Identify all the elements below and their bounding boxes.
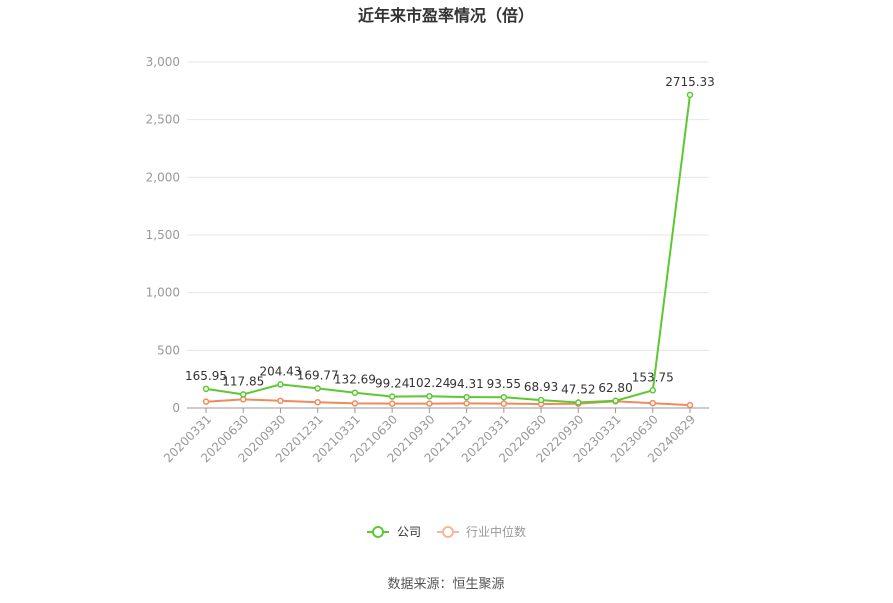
y-tick-label: 500 xyxy=(157,343,180,357)
data-point-company xyxy=(649,387,657,394)
data-label: 117.85 xyxy=(222,374,264,388)
data-point-company xyxy=(686,91,694,99)
data-label: 153.75 xyxy=(632,370,674,384)
data-point-industry-median xyxy=(649,399,657,407)
legend-median-label: 行业中位数 xyxy=(466,524,526,539)
data-point-company xyxy=(314,385,321,392)
data-point-company xyxy=(612,397,619,405)
data-point-company xyxy=(202,385,210,393)
data-label: 93.55 xyxy=(487,377,521,391)
data-point-industry-median xyxy=(463,400,470,407)
data-label: 94.31 xyxy=(449,377,483,391)
y-tick-label: 2,000 xyxy=(146,170,180,184)
data-point-industry-median xyxy=(388,400,396,407)
grid xyxy=(187,61,709,351)
pe-ratio-chart: 近年来市盈率情况（倍） 0 500 1,000 1,500 2,000 2,500 3,00… xyxy=(146,6,715,592)
y-axis: 0 500 1,000 1,500 2,000 2,500 3,000 xyxy=(146,55,180,415)
data-point-company xyxy=(537,396,545,404)
data-label: 204.43 xyxy=(259,364,301,378)
y-tick-label: 2,500 xyxy=(146,113,180,127)
data-label: 165.95 xyxy=(185,369,227,383)
data-point-company xyxy=(277,381,284,388)
data-label: 47.52 xyxy=(561,383,595,397)
data-point-company xyxy=(500,393,508,401)
y-tick-label: 3,000 xyxy=(146,55,180,69)
data-point-industry-median xyxy=(426,400,433,407)
data-point-industry-median xyxy=(314,398,321,406)
data-point-company xyxy=(426,392,433,400)
data-point-company xyxy=(575,399,582,406)
legend-median-marker xyxy=(442,526,454,538)
legend-item-industry-median[interactable]: 行业中位数 xyxy=(437,524,526,539)
data-point-company xyxy=(239,391,247,398)
data-point-industry-median xyxy=(500,400,508,407)
data-point-company xyxy=(388,393,396,400)
legend[interactable]: 公司 行业中位数 xyxy=(367,524,526,539)
data-point-company xyxy=(463,393,470,401)
y-tick-label: 1,000 xyxy=(146,286,180,300)
legend-item-company[interactable]: 公司 xyxy=(367,525,421,539)
data-label: 132.69 xyxy=(334,373,376,387)
y-tick-label: 0 xyxy=(172,401,180,415)
source-note: 数据来源：恒生聚源 xyxy=(387,577,504,592)
chart-title: 近年来市盈率情况（倍） xyxy=(358,6,534,25)
data-label: 62.80 xyxy=(598,381,632,395)
data-label: 169.77 xyxy=(297,368,339,382)
legend-company-label: 公司 xyxy=(397,525,421,539)
data-label: 68.93 xyxy=(524,380,558,394)
data-point-industry-median xyxy=(351,400,359,407)
data-point-industry-median xyxy=(686,401,694,409)
data-label: 2715.33 xyxy=(665,75,715,89)
y-tick-label: 1,500 xyxy=(146,228,180,242)
series-layer xyxy=(202,91,694,409)
legend-company-marker xyxy=(372,526,384,538)
series-line-company xyxy=(205,94,691,404)
data-point-industry-median xyxy=(202,398,210,405)
data-point-industry-median xyxy=(277,397,284,405)
data-label: 99.24 xyxy=(375,377,409,391)
data-labels: 165.95117.85204.43169.77132.69 99.24 102.2… xyxy=(185,75,715,397)
x-axis: 2020033120200630202009302020123120210331… xyxy=(161,407,709,465)
data-label: 102.24 xyxy=(408,376,450,390)
data-point-company xyxy=(351,389,359,396)
